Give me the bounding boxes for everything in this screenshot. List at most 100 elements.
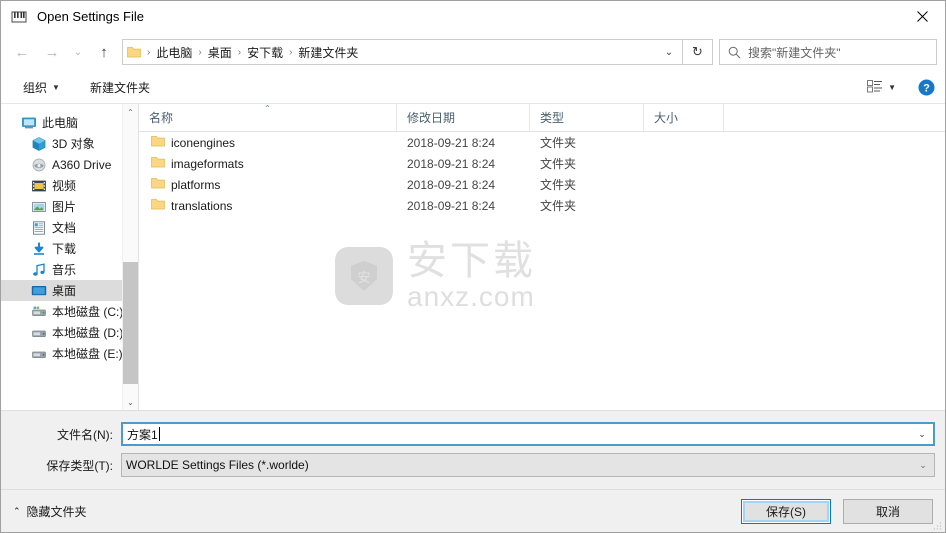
filetype-select[interactable]: WORLDE Settings Files (*.worlde) ⌄ <box>121 453 935 477</box>
sidebar-item-label: 视频 <box>52 179 77 193</box>
folder-tree: 此电脑 3D 对象 A360 Drive 视频图片文档下载音乐桌面本地磁盘 (C:) 本… <box>1 112 138 364</box>
column-label: 修改日期 <box>407 111 456 125</box>
sidebar-item-0[interactable]: 此电脑 <box>1 112 138 133</box>
forward-icon[interactable]: → <box>37 38 67 66</box>
sidebar-item-4[interactable]: 图片 <box>1 196 138 217</box>
table-row[interactable]: platforms 2018-09-21 8:24 文件夹 <box>139 174 945 195</box>
sidebar-item-label: 下载 <box>52 242 77 256</box>
column-header-date[interactable]: 修改日期 <box>397 104 530 131</box>
save-button[interactable]: 保存(S) <box>741 498 831 524</box>
dialog-footer: ⌃ 隐藏文件夹 保存(S) 取消 <box>1 489 945 532</box>
drive-icon <box>31 325 49 341</box>
dialog-body: 此电脑 3D 对象 A360 Drive 视频图片文档下载音乐桌面本地磁盘 (C:) 本… <box>1 104 945 410</box>
documents-icon <box>31 220 49 236</box>
help-icon: ? <box>918 79 935 96</box>
sidebar-item-label: 图片 <box>52 200 77 214</box>
search-icon <box>720 46 748 59</box>
recent-locations-icon[interactable]: ⌄ <box>67 38 89 66</box>
sidebar-item-label: 本地磁盘 (D:) <box>52 326 124 340</box>
sidebar-item-7[interactable]: 音乐 <box>1 259 138 280</box>
breadcrumb-item-new-folder[interactable]: 新建文件夹 <box>294 44 362 61</box>
scroll-up-icon[interactable]: ⌃ <box>123 104 139 120</box>
sidebar-item-label: 文档 <box>52 221 77 235</box>
search-placeholder: 搜索"新建文件夹" <box>748 45 841 60</box>
file-name: imageformats <box>171 156 244 171</box>
command-toolbar: 组织 ▼ 新建文件夹 ▼ ? <box>1 72 945 104</box>
sidebar-item-label: 本地磁盘 (C:) <box>52 305 124 319</box>
system-drive-icon <box>31 304 49 320</box>
piano-keyboard-icon <box>9 7 29 27</box>
sidebar-item-3[interactable]: 视频 <box>1 175 138 196</box>
sidebar-item-10[interactable]: 本地磁盘 (D:) <box>1 322 138 343</box>
sidebar-item-1[interactable]: 3D 对象 <box>1 133 138 154</box>
scrollbar-thumb[interactable] <box>122 262 138 384</box>
breadcrumb-item-anxiazai[interactable]: 安下载 <box>243 44 287 61</box>
column-header-row: ⌃ 名称 修改日期 类型 大小 <box>139 104 945 132</box>
refresh-icon[interactable]: ↻ <box>683 39 713 65</box>
breadcrumb-separator[interactable]: › <box>145 47 152 58</box>
folder-icon <box>151 198 165 213</box>
save-form: 文件名(N): 方案1 ⌄ 保存类型(T): WORLDE Settings F… <box>1 410 945 489</box>
cell-name: imageformats <box>139 156 397 171</box>
cell-date: 2018-09-21 8:24 <box>407 198 496 213</box>
table-row[interactable]: translations 2018-09-21 8:24 文件夹 <box>139 195 945 216</box>
filename-value-wrap: 方案1 <box>123 426 911 443</box>
column-header-type[interactable]: 类型 <box>530 104 644 131</box>
search-input[interactable]: 搜索"新建文件夹" <box>719 39 937 65</box>
column-header-size[interactable]: 大小 <box>644 104 724 131</box>
file-name: translations <box>171 198 233 213</box>
chevron-down-icon[interactable]: ⌄ <box>656 40 682 64</box>
breadcrumb-separator[interactable]: › <box>236 47 243 58</box>
sidebar-item-label: 本地磁盘 (E:) <box>52 347 123 361</box>
sidebar-item-9[interactable]: 本地磁盘 (C:) <box>1 301 138 322</box>
change-view-button[interactable]: ▼ <box>863 77 900 99</box>
sidebar-item-2[interactable]: A360 Drive <box>1 154 138 175</box>
cell-type: 文件夹 <box>540 199 577 213</box>
scroll-down-icon[interactable]: ⌄ <box>123 394 139 410</box>
chevron-down-icon[interactable]: ⌄ <box>912 454 934 476</box>
back-icon[interactable]: ← <box>7 38 37 66</box>
breadcrumb-item-desktop[interactable]: 桌面 <box>204 44 236 61</box>
breadcrumb-separator[interactable]: › <box>196 47 203 58</box>
help-button[interactable]: ? <box>918 79 935 96</box>
up-icon[interactable]: ↑ <box>89 38 119 66</box>
sidebar-item-label: 音乐 <box>52 263 77 277</box>
sidebar-item-label: 此电脑 <box>42 116 79 130</box>
breadcrumb-item-this-pc[interactable]: 此电脑 <box>152 44 196 61</box>
folder-icon <box>151 177 165 192</box>
file-name: iconengines <box>171 135 236 150</box>
resize-grip[interactable] <box>932 520 942 530</box>
chevron-up-icon: ⌃ <box>13 505 21 516</box>
organize-button[interactable]: 组织 ▼ <box>17 76 66 99</box>
filename-field[interactable]: 方案1 ⌄ <box>121 422 935 446</box>
file-list-pane: ⌃ 名称 修改日期 类型 大小 iconengines 2018-09-21 8:… <box>139 104 945 410</box>
organize-label: 组织 <box>23 81 48 95</box>
pictures-icon <box>31 199 49 215</box>
sidebar-scrollbar[interactable]: ⌃ ⌄ <box>122 104 138 410</box>
cell-name: iconengines <box>139 135 397 150</box>
sidebar-item-5[interactable]: 文档 <box>1 217 138 238</box>
table-row[interactable]: iconengines 2018-09-21 8:24 文件夹 <box>139 132 945 153</box>
column-header-name[interactable]: ⌃ 名称 <box>139 104 397 131</box>
svg-text:?: ? <box>923 83 930 95</box>
cell-type: 文件夹 <box>540 136 577 150</box>
hide-folders-toggle[interactable]: ⌃ 隐藏文件夹 <box>13 503 87 520</box>
folder-icon <box>151 156 165 171</box>
table-row[interactable]: imageformats 2018-09-21 8:24 文件夹 <box>139 153 945 174</box>
close-icon[interactable] <box>899 1 945 32</box>
breadcrumb-separator[interactable]: › <box>287 47 294 58</box>
filetype-label: 保存类型(T): <box>46 458 113 473</box>
chevron-down-icon[interactable]: ⌄ <box>911 424 933 444</box>
scrollbar-track[interactable] <box>122 120 138 394</box>
breadcrumb: › 此电脑 › 桌面 › 安下载 › 新建文件夹 <box>145 44 656 61</box>
column-label: 名称 <box>149 111 174 125</box>
sidebar-item-6[interactable]: 下载 <box>1 238 138 259</box>
new-folder-button[interactable]: 新建文件夹 <box>84 76 156 99</box>
sidebar-item-8[interactable]: 桌面 <box>1 280 138 301</box>
sidebar-item-11[interactable]: 本地磁盘 (E:) <box>1 343 138 364</box>
column-header-filler <box>724 104 945 131</box>
cancel-button[interactable]: 取消 <box>843 498 933 524</box>
cell-name: translations <box>139 198 397 213</box>
hide-folders-label: 隐藏文件夹 <box>26 504 87 519</box>
address-bar[interactable]: › 此电脑 › 桌面 › 安下载 › 新建文件夹 ⌄ <box>122 39 683 65</box>
